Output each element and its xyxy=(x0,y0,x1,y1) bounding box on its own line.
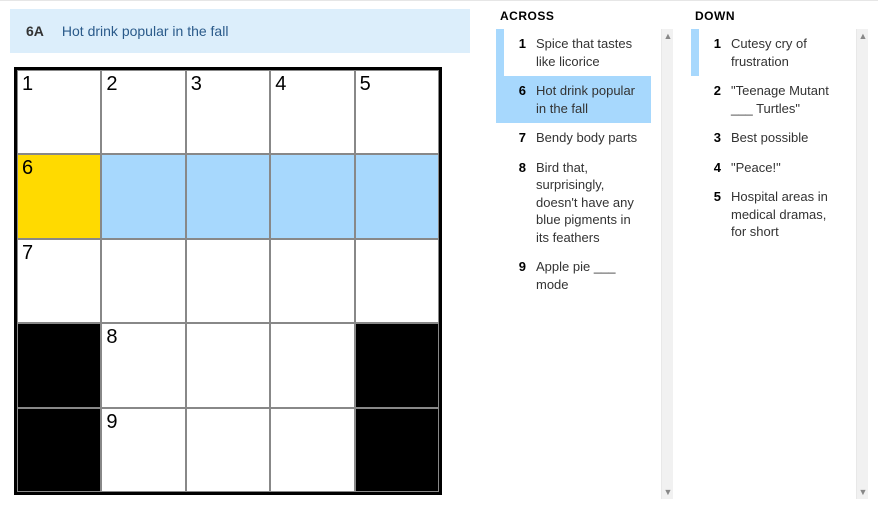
grid-cell[interactable] xyxy=(355,154,439,238)
clue-item[interactable]: 3 Best possible xyxy=(691,123,846,153)
grid-cell-black xyxy=(355,408,439,492)
grid-cell-black xyxy=(355,323,439,407)
grid-cell[interactable] xyxy=(355,239,439,323)
cell-number: 5 xyxy=(360,73,371,96)
cell-number: 2 xyxy=(106,73,117,96)
across-heading: ACROSS xyxy=(496,9,673,23)
cell-number: 9 xyxy=(106,411,117,434)
grid-cell[interactable]: 6 xyxy=(17,154,101,238)
clue-number: 5 xyxy=(705,188,721,206)
down-scroll: 1 Cutesy cry of frustration 2 "Teenage Muta… xyxy=(691,29,868,499)
left-panel: 6A Hot drink popular in the fall 1 2 3 4 5 6 7… xyxy=(10,9,470,499)
down-column: DOWN 1 Cutesy cry of frustration 2 "Teenage… xyxy=(691,9,868,499)
clue-item[interactable]: 4 "Peace!" xyxy=(691,153,846,183)
clue-text: Bendy body parts xyxy=(536,129,643,147)
crossword-grid[interactable]: 1 2 3 4 5 6 7 8 9 xyxy=(14,67,442,495)
clue-text: Apple pie ___ mode xyxy=(536,258,643,293)
grid-cell[interactable]: 9 xyxy=(101,408,185,492)
cell-number: 3 xyxy=(191,73,202,96)
clue-number: 4 xyxy=(705,159,721,177)
clue-text: "Peace!" xyxy=(731,159,838,177)
clue-number: 7 xyxy=(510,129,526,147)
clue-text: Bird that, surprisingly, doesn't have an… xyxy=(536,159,643,247)
clue-text: Best possible xyxy=(731,129,838,147)
grid-cell[interactable] xyxy=(270,239,354,323)
grid-cell[interactable] xyxy=(101,239,185,323)
clue-number: 1 xyxy=(705,35,721,53)
grid-cell[interactable]: 3 xyxy=(186,70,270,154)
grid-cell-black xyxy=(17,323,101,407)
clue-text: "Teenage Mutant ___ Turtles" xyxy=(731,82,838,117)
clue-number: 2 xyxy=(705,82,721,100)
grid-cell[interactable] xyxy=(186,239,270,323)
current-clue-label: 6A xyxy=(26,23,44,39)
scroll-down-icon[interactable]: ▼ xyxy=(857,485,869,499)
cell-number: 7 xyxy=(22,242,33,265)
grid-cell[interactable]: 1 xyxy=(17,70,101,154)
clue-item[interactable]: 9 Apple pie ___ mode xyxy=(496,252,651,299)
cell-number: 1 xyxy=(22,73,33,96)
down-list: 1 Cutesy cry of frustration 2 "Teenage Muta… xyxy=(691,29,856,499)
grid-cell[interactable]: 7 xyxy=(17,239,101,323)
clue-number: 9 xyxy=(510,258,526,276)
clue-item[interactable]: 1 Spice that tastes like licorice xyxy=(496,29,651,76)
current-clue-text: Hot drink popular in the fall xyxy=(62,23,229,39)
scrollbar[interactable]: ▲ ▼ xyxy=(856,29,868,499)
clue-item[interactable]: 5 Hospital areas in medical dramas, for s… xyxy=(691,182,846,247)
current-clue-bar[interactable]: 6A Hot drink popular in the fall xyxy=(10,9,470,53)
grid-cell-black xyxy=(17,408,101,492)
clue-text: Hot drink popular in the fall xyxy=(536,82,643,117)
clue-text: Spice that tastes like licorice xyxy=(536,35,643,70)
clue-number: 8 xyxy=(510,159,526,177)
clue-lists: ACROSS 1 Spice that tastes like licorice 6… xyxy=(496,9,868,499)
scroll-down-icon[interactable]: ▼ xyxy=(662,485,674,499)
clue-number: 6 xyxy=(510,82,526,100)
clue-number: 3 xyxy=(705,129,721,147)
grid-cell[interactable]: 8 xyxy=(101,323,185,407)
clue-item[interactable]: 7 Bendy body parts xyxy=(496,123,651,153)
clue-item[interactable]: 6 Hot drink popular in the fall xyxy=(496,76,651,123)
across-list: 1 Spice that tastes like licorice 6 Hot dri… xyxy=(496,29,661,499)
clue-text: Hospital areas in medical dramas, for sh… xyxy=(731,188,838,241)
scroll-up-icon[interactable]: ▲ xyxy=(857,29,869,43)
clue-item[interactable]: 2 "Teenage Mutant ___ Turtles" xyxy=(691,76,846,123)
cell-number: 4 xyxy=(275,73,286,96)
grid-cell[interactable] xyxy=(101,154,185,238)
grid-cell[interactable]: 5 xyxy=(355,70,439,154)
grid-cell[interactable] xyxy=(186,408,270,492)
clue-item[interactable]: 8 Bird that, surprisingly, doesn't have a… xyxy=(496,153,651,253)
grid-cell[interactable]: 2 xyxy=(101,70,185,154)
scroll-up-icon[interactable]: ▲ xyxy=(662,29,674,43)
grid-cell[interactable] xyxy=(270,323,354,407)
cell-number: 8 xyxy=(106,326,117,349)
grid-cell[interactable] xyxy=(270,154,354,238)
grid-cell[interactable] xyxy=(270,408,354,492)
clue-number: 1 xyxy=(510,35,526,53)
clue-item[interactable]: 1 Cutesy cry of frustration xyxy=(691,29,846,76)
scrollbar[interactable]: ▲ ▼ xyxy=(661,29,673,499)
across-column: ACROSS 1 Spice that tastes like licorice 6… xyxy=(496,9,673,499)
down-heading: DOWN xyxy=(691,9,868,23)
grid-cell[interactable]: 4 xyxy=(270,70,354,154)
cell-number: 6 xyxy=(22,157,33,180)
crossword-container: 6A Hot drink popular in the fall 1 2 3 4 5 6 7… xyxy=(0,0,878,507)
clue-text: Cutesy cry of frustration xyxy=(731,35,838,70)
grid-cell[interactable] xyxy=(186,154,270,238)
grid-cell[interactable] xyxy=(186,323,270,407)
across-scroll: 1 Spice that tastes like licorice 6 Hot dri… xyxy=(496,29,673,499)
